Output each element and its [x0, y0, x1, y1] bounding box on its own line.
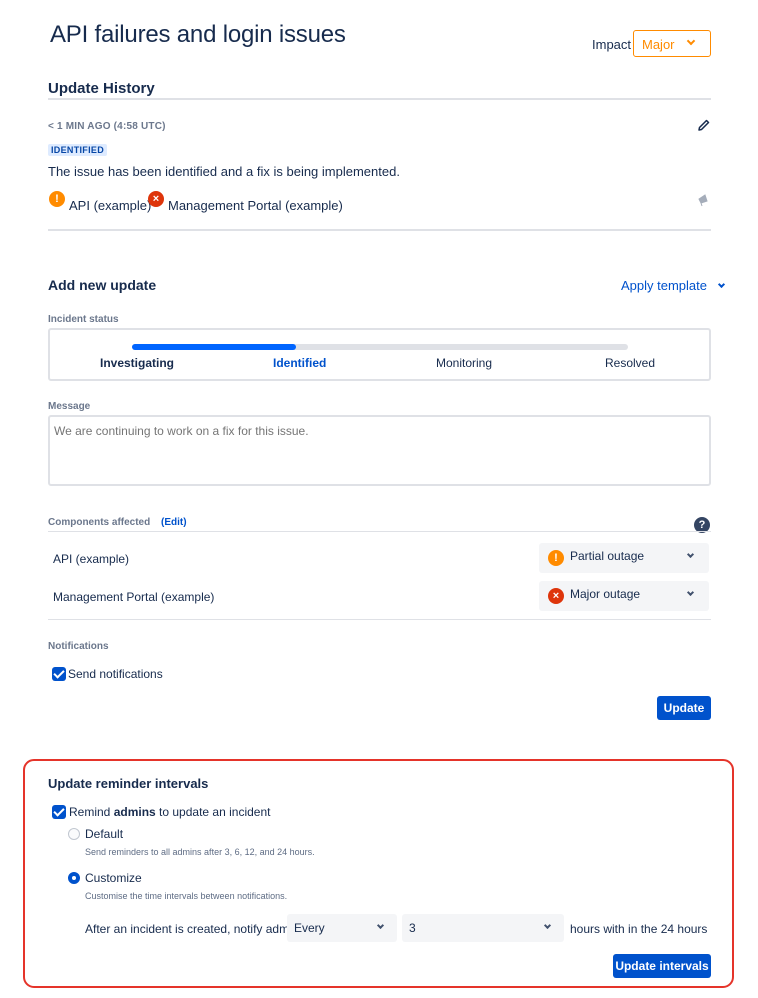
major-outage-icon: ×	[148, 191, 164, 207]
chevron-down-icon	[686, 588, 695, 597]
partial-outage-icon: !	[548, 550, 564, 566]
divider	[48, 98, 711, 100]
chevron-down-icon	[686, 550, 695, 559]
major-outage-icon: ×	[548, 588, 564, 604]
default-label: Default	[85, 827, 124, 841]
reminder-intervals-heading: Update reminder intervals	[48, 776, 209, 791]
incident-status-stepper[interactable]: Investigating Identified Monitoring Reso…	[48, 328, 711, 381]
add-new-update-heading: Add new update	[48, 277, 157, 293]
message-input[interactable]	[48, 415, 711, 486]
megaphone-icon	[697, 193, 711, 207]
history-message: The issue has been identified and a fix …	[48, 164, 400, 179]
component-status-value: Partial outage	[570, 549, 645, 563]
component-status-select[interactable]: ! Partial outage	[539, 543, 709, 573]
send-notifications-checkbox[interactable]	[52, 667, 66, 681]
remind-suffix: to update an incident	[155, 805, 271, 819]
hours-value: 3	[409, 921, 416, 935]
apply-template-label: Apply template	[621, 278, 707, 293]
divider	[48, 229, 711, 231]
default-radio[interactable]	[68, 828, 80, 840]
divider	[48, 531, 711, 532]
status-resolved[interactable]: Resolved	[605, 356, 655, 370]
remind-admins-label: Remind admins to update an incident	[69, 805, 270, 819]
frequency-select[interactable]: Every	[287, 914, 397, 942]
status-progress-fill	[132, 344, 296, 350]
update-button[interactable]: Update	[657, 696, 711, 720]
status-monitoring[interactable]: Monitoring	[436, 356, 492, 370]
chevron-down-icon	[686, 36, 696, 46]
status-investigating[interactable]: Investigating	[100, 356, 174, 370]
impact-label: Impact	[592, 37, 632, 52]
notify-admins-prefix: After an incident is created, notify adm…	[85, 922, 305, 936]
customize-radio[interactable]	[68, 872, 80, 884]
chevron-down-icon	[717, 280, 725, 289]
default-description: Send reminders to all admins after 3, 6,…	[85, 847, 315, 857]
component-status-select[interactable]: × Major outage	[539, 581, 709, 611]
remind-bold: admins	[113, 805, 156, 819]
page-title: API failures and login issues	[50, 21, 346, 48]
frequency-value: Every	[294, 921, 325, 935]
components-affected-label: Components affected (Edit)	[48, 517, 187, 528]
history-timestamp: < 1 MIN AGO (4:58 UTC)	[48, 121, 166, 132]
history-component-name: Management Portal (example)	[168, 198, 343, 213]
remind-admins-checkbox[interactable]	[52, 805, 66, 819]
status-progress-track	[132, 344, 628, 350]
customize-label: Customize	[85, 871, 142, 885]
edit-icon[interactable]	[697, 118, 711, 132]
impact-value: Major	[642, 37, 675, 52]
components-affected-text: Components affected	[48, 517, 151, 528]
notifications-label: Notifications	[48, 641, 109, 652]
update-intervals-button[interactable]: Update intervals	[613, 954, 711, 978]
component-name: Management Portal (example)	[53, 590, 215, 604]
edit-components-link[interactable]: (Edit)	[161, 517, 187, 528]
partial-outage-icon: !	[49, 191, 65, 207]
send-notifications-label: Send notifications	[68, 667, 163, 681]
impact-select[interactable]: Major	[633, 30, 711, 57]
chevron-down-icon	[543, 921, 552, 930]
component-name: API (example)	[53, 552, 130, 566]
history-component-name: API (example)	[69, 198, 152, 213]
remind-prefix: Remind	[69, 805, 114, 819]
update-history-heading: Update History	[48, 80, 155, 97]
incident-status-label: Incident status	[48, 314, 119, 325]
divider	[48, 619, 711, 620]
apply-template-button[interactable]: Apply template	[621, 278, 725, 293]
status-badge: IDENTIFIED	[48, 144, 108, 156]
component-status-value: Major outage	[570, 587, 641, 601]
customize-description: Customise the time intervals between not…	[85, 891, 288, 901]
status-identified[interactable]: Identified	[273, 356, 326, 370]
message-label: Message	[48, 401, 91, 412]
chevron-down-icon	[376, 921, 385, 930]
hours-select[interactable]: 3	[402, 914, 564, 942]
notify-admins-suffix: hours with in the 24 hours	[570, 922, 708, 936]
